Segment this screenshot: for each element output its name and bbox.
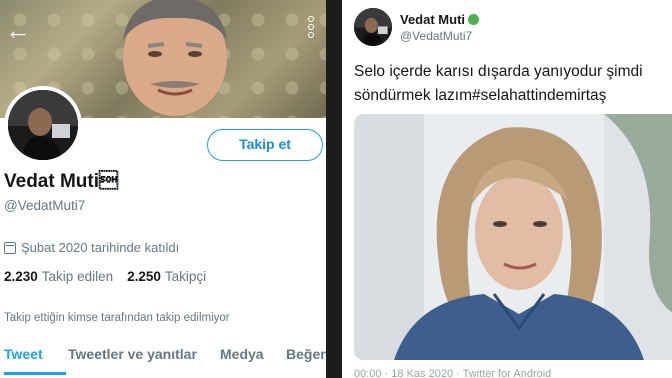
followers-link[interactable]: 2.250 Takipçi: [127, 269, 206, 284]
tab-likes[interactable]: Beğen: [282, 346, 326, 378]
tweet-author-name[interactable]: Vedat Muti: [400, 12, 480, 27]
followers-label: Takipçi: [164, 269, 207, 284]
tweet-avatar-photo: [354, 8, 392, 46]
avatar-photo: [8, 90, 78, 160]
follow-note: Takip ettiğin kimse tarafından takip edi…: [4, 312, 230, 324]
banner-photo: [123, 0, 227, 116]
panel-divider: [326, 0, 342, 378]
following-link[interactable]: 2.230 Takip edilen: [4, 269, 113, 284]
more-vertical-icon[interactable]: [304, 14, 318, 44]
tweet-photo-image: [354, 114, 672, 360]
tweet-photo[interactable]: [354, 114, 672, 360]
following-label: Takip edilen: [41, 269, 114, 284]
tweet-author-handle: @VedatMuti7: [400, 29, 473, 43]
back-arrow-icon[interactable]: ←: [4, 16, 32, 44]
follow-button[interactable]: Takip et: [207, 129, 323, 161]
followers-count: 2.250: [127, 269, 161, 284]
tweet-author-name-text: Vedat Muti: [400, 12, 466, 27]
avatar[interactable]: [4, 86, 82, 164]
tweet-avatar[interactable]: [354, 8, 392, 46]
following-count: 2.230: [4, 269, 38, 284]
tweet-text: Selo içerde karısı dışarda yanıyodur şim…: [354, 60, 672, 108]
joined-text: Şubat 2020 tarihinde katıldı: [21, 240, 180, 255]
tweet-text-line-2: söndürmek lazım#selahattindemirtaş: [354, 87, 607, 104]
status-dot-icon: [468, 14, 480, 25]
tweet-panel: Vedat Muti @VedatMuti7 Selo içerde karıs…: [342, 0, 672, 378]
calendar-icon: [4, 241, 16, 254]
tab-tweet[interactable]: Tweet: [0, 346, 66, 378]
profile-display-name: Vedat Muti: [4, 171, 119, 192]
tab-media[interactable]: Medya: [216, 346, 282, 378]
tweet-meta: 00:00 · 18 Kas 2020 · Twitter for Androi…: [354, 368, 552, 378]
profile-tabs: Tweet Tweetler ve yanıtlar Medya Beğen: [0, 346, 326, 378]
joined-date: Şubat 2020 tarihinde katıldı: [4, 240, 179, 255]
tweet-text-line-1: Selo içerde karısı dışarda yanıyodur şim…: [354, 63, 643, 80]
tab-tweets-and-replies[interactable]: Tweetler ve yanıtlar: [64, 346, 216, 378]
profile-screen: ← Takip et Vedat Muti @VedatMuti7 Şubat…: [0, 0, 326, 378]
follow-counts: 2.230 Takip edilen 2.250 Takipçi: [4, 269, 206, 284]
profile-handle: @VedatMuti7: [4, 198, 86, 213]
